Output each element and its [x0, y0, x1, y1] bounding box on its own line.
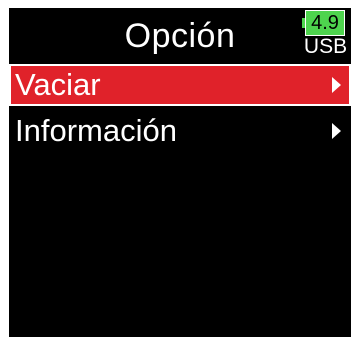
device-screen: Opción 4.9 USB Vaciar Información — [9, 8, 351, 337]
menu-item-informacion[interactable]: Información — [9, 110, 351, 152]
menu-item-vaciar[interactable]: Vaciar — [9, 64, 351, 106]
chevron-right-icon — [332, 77, 341, 93]
chevron-right-icon — [332, 123, 341, 139]
page-title: Opción — [124, 17, 236, 55]
menu-item-label: Información — [15, 113, 177, 148]
battery-level: 4.9 — [305, 10, 345, 36]
header-bar: Opción 4.9 USB — [9, 8, 351, 62]
power-source-label: USB — [303, 35, 348, 58]
battery-indicator: 4.9 USB — [302, 9, 349, 59]
option-menu: Vaciar Información — [9, 64, 351, 152]
menu-item-label: Vaciar — [15, 67, 101, 102]
